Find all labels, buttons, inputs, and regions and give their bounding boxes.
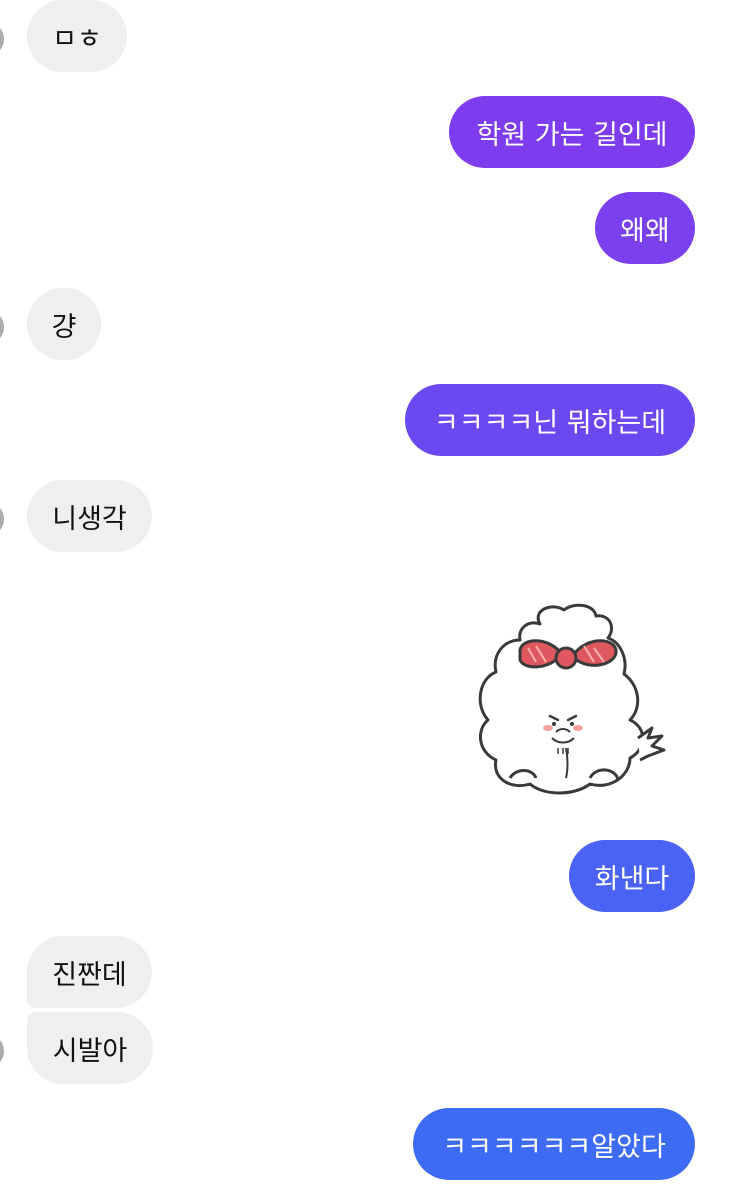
incoming-message-bubble[interactable]: 걍: [27, 288, 101, 360]
message-text: 걍: [51, 311, 77, 343]
outgoing-message-bubble[interactable]: ㅋㅋㅋㅋ닌 뭐하는데: [405, 384, 695, 456]
sender-avatar[interactable]: [0, 1034, 4, 1068]
message-text: ㅋㅋㅋㅋㅋㅋ알았다: [442, 1131, 666, 1163]
incoming-message-bubble[interactable]: 니생각: [27, 480, 152, 552]
puppy-sticker-icon: [478, 603, 666, 795]
sender-avatar[interactable]: [0, 310, 4, 344]
message-text: ㅁㅎ: [52, 23, 102, 55]
incoming-message-bubble[interactable]: 진짠데: [27, 936, 152, 1008]
message-text: 시발아: [52, 1035, 128, 1067]
outgoing-message-bubble[interactable]: 화낸다: [569, 840, 695, 912]
sender-avatar[interactable]: [0, 22, 4, 56]
message-text: 학원 가는 길인데: [476, 119, 668, 151]
incoming-message-bubble[interactable]: 시발아: [27, 1012, 153, 1084]
message-text: 진짠데: [52, 959, 127, 991]
message-text: 화낸다: [594, 863, 670, 895]
incoming-message-bubble[interactable]: ㅁㅎ: [27, 0, 127, 72]
sender-avatar[interactable]: [0, 502, 4, 536]
outgoing-message-bubble[interactable]: ㅋㅋㅋㅋㅋㅋ알았다: [413, 1108, 695, 1180]
chat-thread: ㅁㅎ 학원 가는 길인데 왜왜 걍 ㅋㅋㅋㅋ닌 뭐하는데 니생각 화낸다 진짠데…: [0, 0, 743, 1201]
sticker-message[interactable]: [470, 598, 675, 808]
message-text: 니생각: [52, 503, 127, 535]
outgoing-message-bubble[interactable]: 학원 가는 길인데: [449, 96, 695, 168]
message-text: ㅋㅋㅋㅋ닌 뭐하는데: [433, 407, 667, 439]
message-text: 왜왜: [620, 215, 670, 247]
outgoing-message-bubble[interactable]: 왜왜: [595, 192, 695, 264]
